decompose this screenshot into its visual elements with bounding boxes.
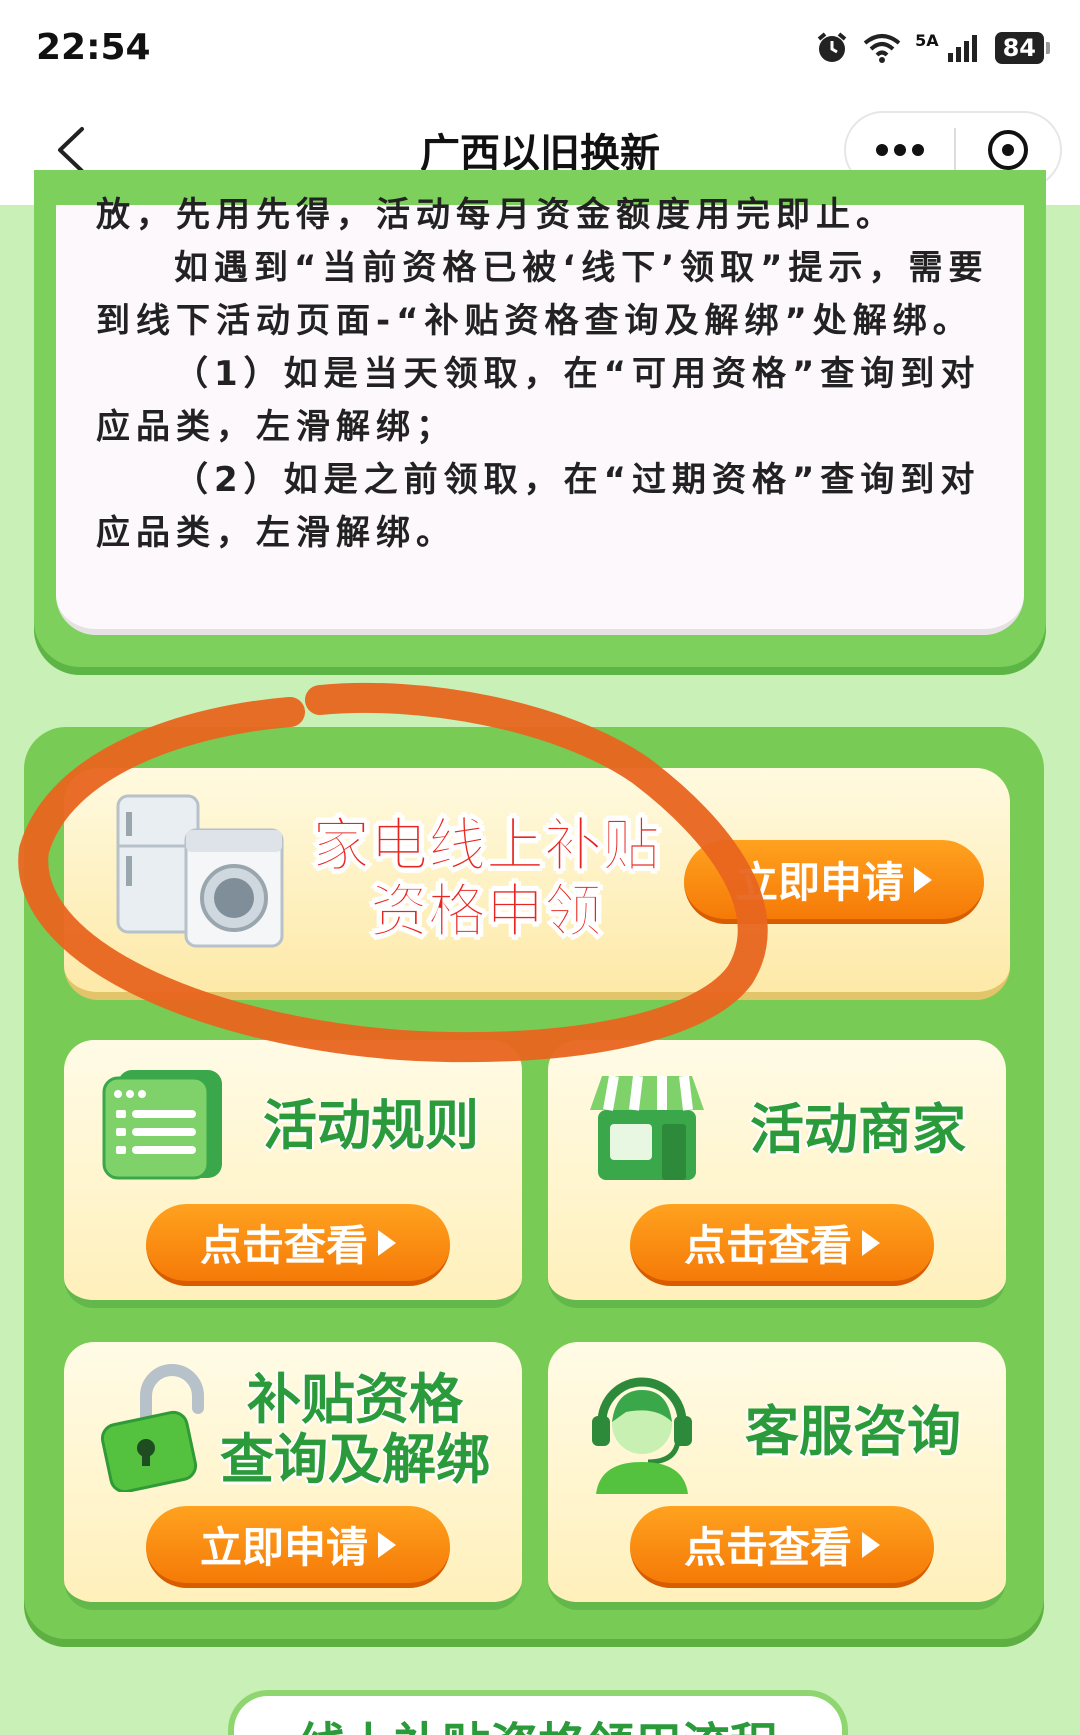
notice-line-1: 放，先用先得，活动每月资金额度用完即止。	[96, 195, 896, 235]
merchants-view-button[interactable]: 点击查看	[630, 1204, 934, 1286]
more-icon	[876, 144, 924, 156]
appliances-icon	[112, 790, 288, 950]
process-section-tab: 线上补贴资格领用流程	[228, 1690, 848, 1735]
notice-line-3: （1）如是当天领取，在“可用资格”查询到对应品类，左滑解绑；	[96, 354, 981, 447]
subsidy-query-title: 补贴资格 查询及解绑	[210, 1370, 500, 1490]
play-icon	[378, 1229, 396, 1256]
play-icon	[862, 1229, 880, 1256]
battery-icon: 84	[994, 31, 1051, 64]
rules-view-label: 点击查看	[199, 1221, 368, 1270]
merchants-title: 活动商家	[750, 1098, 966, 1161]
customer-service-title: 客服咨询	[745, 1400, 961, 1463]
document-icon	[100, 1062, 226, 1182]
notice-line-2: 如遇到“当前资格已被‘线下’领取”提示，需要到线下活动页面-“补贴资格查询及解绑…	[96, 248, 989, 341]
status-time: 22:54	[36, 27, 151, 68]
rules-view-button[interactable]: 点击查看	[146, 1204, 450, 1286]
alarm-icon	[815, 31, 849, 65]
merchants-view-label: 点击查看	[683, 1221, 852, 1270]
customer-service-button[interactable]: 点击查看	[630, 1506, 934, 1588]
status-icons: 5A 84	[815, 30, 1051, 65]
unlock-icon	[100, 1362, 212, 1494]
signal-icon	[947, 33, 981, 63]
store-icon	[584, 1062, 710, 1188]
play-icon	[914, 866, 932, 893]
customer-service-label: 点击查看	[683, 1523, 852, 1572]
notice-line-4: （2）如是之前领取，在“过期资格”查询到对应品类，左滑解绑。	[96, 460, 981, 553]
wifi-icon	[863, 33, 901, 63]
hero-title-line-2: 资格申领	[369, 877, 602, 945]
hero-title: 家电线上补贴 资格申领	[296, 811, 676, 945]
hero-title-line-1: 家电线上补贴	[311, 811, 660, 879]
subsidy-apply-button[interactable]: 立即申请	[146, 1506, 450, 1588]
network-label: 5A	[915, 30, 939, 50]
play-icon	[862, 1531, 880, 1558]
notice-card: 放，先用先得，活动每月资金额度用完即止。 如遇到“当前资格已被‘线下’领取”提示…	[56, 195, 1024, 635]
subsidy-title-line-2: 查询及解绑	[220, 1428, 490, 1491]
hero-apply-label: 立即申请	[735, 858, 904, 907]
hero-apply-button[interactable]: 立即申请	[684, 840, 984, 924]
rules-title: 活动规则	[263, 1094, 479, 1157]
headset-icon	[586, 1366, 698, 1496]
close-circle-icon	[988, 130, 1028, 170]
subsidy-apply-label: 立即申请	[199, 1523, 368, 1572]
play-icon	[378, 1531, 396, 1558]
subsidy-title-line-1: 补贴资格	[247, 1368, 463, 1431]
status-bar: 22:54 5A 84	[0, 0, 1080, 95]
